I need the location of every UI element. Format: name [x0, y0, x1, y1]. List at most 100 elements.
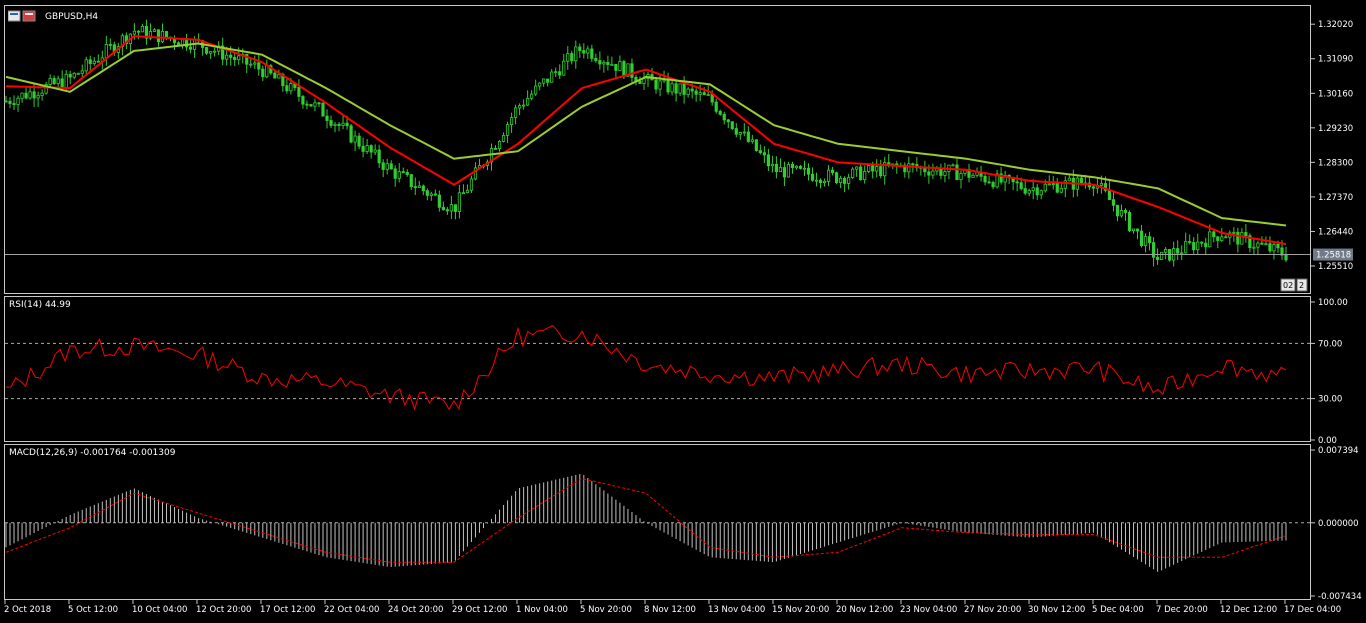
- candle: [20, 92, 24, 103]
- candle: [742, 123, 746, 137]
- candle-body: [943, 171, 947, 176]
- candle: [594, 53, 598, 63]
- price-label: 1.31090: [1318, 55, 1353, 65]
- ma-fast-line: [5, 35, 1287, 246]
- candle-body: [822, 180, 827, 183]
- candle: [778, 158, 783, 173]
- candle-body: [1264, 243, 1268, 246]
- candle: [995, 169, 999, 189]
- candle-body: [325, 115, 329, 121]
- candle: [497, 140, 502, 152]
- candle: [722, 111, 726, 125]
- candle-body: [558, 71, 562, 76]
- price-label: 1.32020: [1318, 20, 1353, 30]
- candle: [1204, 237, 1208, 255]
- candle: [1135, 228, 1140, 240]
- candle: [766, 148, 770, 172]
- candle-body: [1139, 230, 1144, 247]
- candle: [834, 171, 839, 185]
- candle-body: [1111, 199, 1116, 206]
- candle-body: [818, 179, 823, 183]
- candle: [1115, 204, 1120, 222]
- candle-body: [465, 189, 470, 194]
- candle: [818, 178, 823, 189]
- candle-body: [839, 177, 843, 184]
- candle: [357, 132, 361, 150]
- candle-body: [317, 102, 321, 105]
- candle: [855, 166, 859, 177]
- candle-body: [582, 50, 586, 54]
- candle-body: [1284, 254, 1288, 261]
- candle-body: [164, 30, 169, 38]
- candle-body: [237, 55, 241, 61]
- candle-body: [405, 172, 409, 175]
- rsi-level-label: 0.00: [1318, 436, 1337, 446]
- candle: [197, 33, 201, 44]
- candle: [798, 164, 803, 170]
- candle-body: [88, 59, 92, 64]
- candle-body: [509, 117, 514, 126]
- candle: [1248, 233, 1252, 253]
- candle-body: [875, 166, 879, 172]
- candle: [590, 44, 594, 62]
- candle: [758, 144, 762, 155]
- candle-body: [1027, 190, 1031, 194]
- candle: [397, 163, 401, 183]
- candle-body: [1019, 182, 1023, 189]
- candle-body: [602, 61, 606, 65]
- candle-body: [417, 185, 421, 188]
- candle: [56, 75, 60, 87]
- candle-body: [505, 124, 510, 136]
- macd-level-label: 0.000000: [1318, 519, 1359, 529]
- candle: [1268, 236, 1272, 254]
- candle-body: [52, 78, 56, 85]
- candle-body: [598, 60, 602, 65]
- candle-body: [92, 60, 96, 64]
- candle: [806, 163, 811, 181]
- candle: [24, 86, 28, 100]
- candle-body: [1123, 210, 1128, 213]
- candle-body: [722, 113, 726, 121]
- candle: [979, 165, 983, 182]
- candle-body: [84, 59, 88, 72]
- time-label: 17 Oct 12:00: [260, 605, 315, 615]
- candle: [786, 161, 791, 178]
- candle-body: [983, 175, 987, 183]
- candle-body: [425, 190, 429, 196]
- candle-body: [586, 48, 590, 54]
- candle: [1039, 189, 1043, 200]
- candle: [144, 19, 149, 45]
- time-label: 7 Dec 20:00: [1156, 605, 1208, 615]
- candle: [213, 47, 217, 57]
- candle-body: [337, 123, 341, 126]
- candle-body: [321, 102, 325, 117]
- candle-body: [530, 93, 534, 99]
- candle: [1212, 230, 1216, 243]
- candle-body: [1256, 242, 1260, 248]
- candle-body: [526, 97, 530, 106]
- candle: [843, 176, 847, 193]
- candle-body: [550, 71, 554, 83]
- candle: [702, 87, 706, 96]
- candle: [718, 109, 722, 116]
- candle-body: [742, 131, 746, 134]
- candle-body: [1252, 246, 1256, 249]
- candle-body: [847, 177, 851, 184]
- candle-body: [12, 103, 16, 105]
- candle-body: [738, 132, 742, 135]
- candle: [425, 188, 429, 201]
- chart-window[interactable]: GBPUSD,H4 RSI(14) 44.99 MACD(12,26,9) -0…: [0, 0, 1366, 623]
- candle-body: [790, 163, 795, 169]
- candle-body: [754, 139, 758, 151]
- candle: [794, 165, 799, 170]
- candle-body: [610, 63, 614, 66]
- candle-body: [1260, 242, 1264, 245]
- time-label: 8 Nov 12:00: [644, 605, 696, 615]
- candle: [923, 160, 927, 177]
- candle: [176, 41, 181, 46]
- candle: [674, 80, 678, 102]
- candle-body: [389, 163, 393, 170]
- candle: [1047, 175, 1051, 186]
- candle-body: [1280, 247, 1284, 256]
- candle-body: [313, 102, 317, 107]
